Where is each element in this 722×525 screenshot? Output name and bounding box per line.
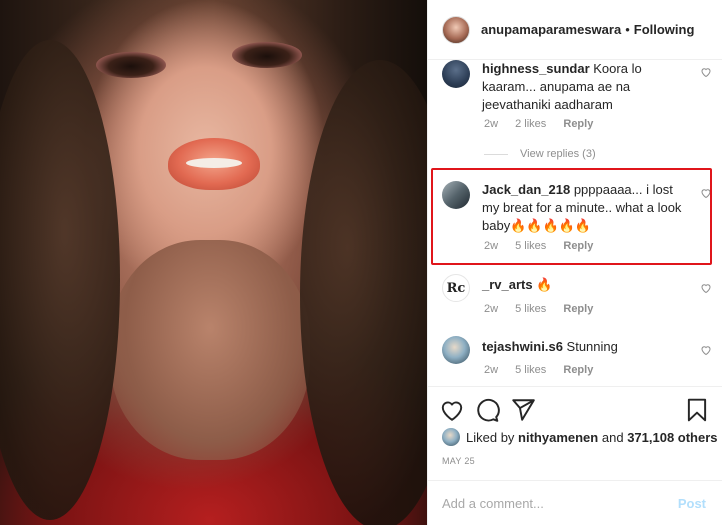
follow-button[interactable]: Following [634,22,695,37]
divider [484,153,508,155]
comment-input[interactable] [442,493,662,513]
photo-shading [186,158,242,168]
photo-shading [0,40,120,520]
avatar[interactable] [442,428,460,446]
comment-meta: 2w 2 likes Reply [484,118,607,130]
comment-text: Stunning [566,339,618,354]
avatar[interactable] [442,336,470,364]
heart-icon[interactable] [700,66,712,78]
post-header: anupamaparameswara • Following [428,0,722,60]
comment-item: highness_sundar Koora lo kaaram... anupa… [442,60,712,140]
comment-text: 🔥 [536,277,553,292]
comment-time: 2w [484,118,499,130]
heart-icon[interactable] [700,344,712,356]
bookmark-icon[interactable] [684,397,710,423]
post-photo[interactable] [0,0,427,525]
reply-button[interactable]: Reply [563,118,593,130]
post-button[interactable]: Post [678,496,706,511]
photo-shading [96,52,166,78]
post-username[interactable]: anupamaparameswara [481,22,621,37]
comment-item: Rc _rv_arts 🔥 2w 5 likes Reply [442,274,712,324]
comment-time: 2w [484,303,499,315]
comment-likes[interactable]: 2 likes [515,118,546,130]
divider [428,386,722,387]
comment-likes[interactable]: 5 likes [515,364,546,376]
avatar[interactable] [442,60,470,88]
share-icon[interactable] [510,397,536,423]
likes-count[interactable]: 371,108 others [627,430,717,445]
comment-body: highness_sundar Koora lo kaaram... anupa… [482,60,688,114]
comment-icon[interactable] [474,397,500,423]
comment-body: _rv_arts 🔥 [482,276,688,294]
likes-and: and [601,429,624,445]
view-replies[interactable]: View replies (3) [484,148,596,160]
comment-username[interactable]: highness_sundar [482,61,590,76]
liker-username[interactable]: nithyamenen [518,430,598,445]
likes-prefix: Liked by [466,429,515,445]
comment-item: tejashwini.s6 Stunning 2w 5 likes Reply [442,336,712,386]
photo-shading [300,60,427,525]
comment-time: 2w [484,364,499,376]
view-replies-label[interactable]: View replies (3) [520,148,596,160]
avatar[interactable] [442,15,470,44]
avatar[interactable]: Rc [442,274,470,302]
heart-icon[interactable] [700,282,712,294]
reply-button[interactable]: Reply [563,364,593,376]
comment-body: tejashwini.s6 Stunning [482,338,688,356]
add-comment-section: Post [428,480,722,525]
post-date[interactable]: MAY 25 [442,456,475,466]
reply-button[interactable]: Reply [563,303,593,315]
comment-username[interactable]: tejashwini.s6 [482,339,563,354]
highlight-box [431,168,712,265]
comment-username[interactable]: _rv_arts [482,277,533,292]
comment-meta: 2w 5 likes Reply [484,364,607,376]
avatar-logo-text: Rc [446,280,466,296]
likes-summary: Liked by nithyamenen and 371,108 others [442,428,718,446]
comment-meta: 2w 5 likes Reply [484,303,607,315]
comment-likes[interactable]: 5 likes [515,303,546,315]
photo-shading [110,240,310,460]
separator-dot: • [625,22,630,37]
heart-icon[interactable] [439,397,465,423]
photo-shading [232,42,302,68]
